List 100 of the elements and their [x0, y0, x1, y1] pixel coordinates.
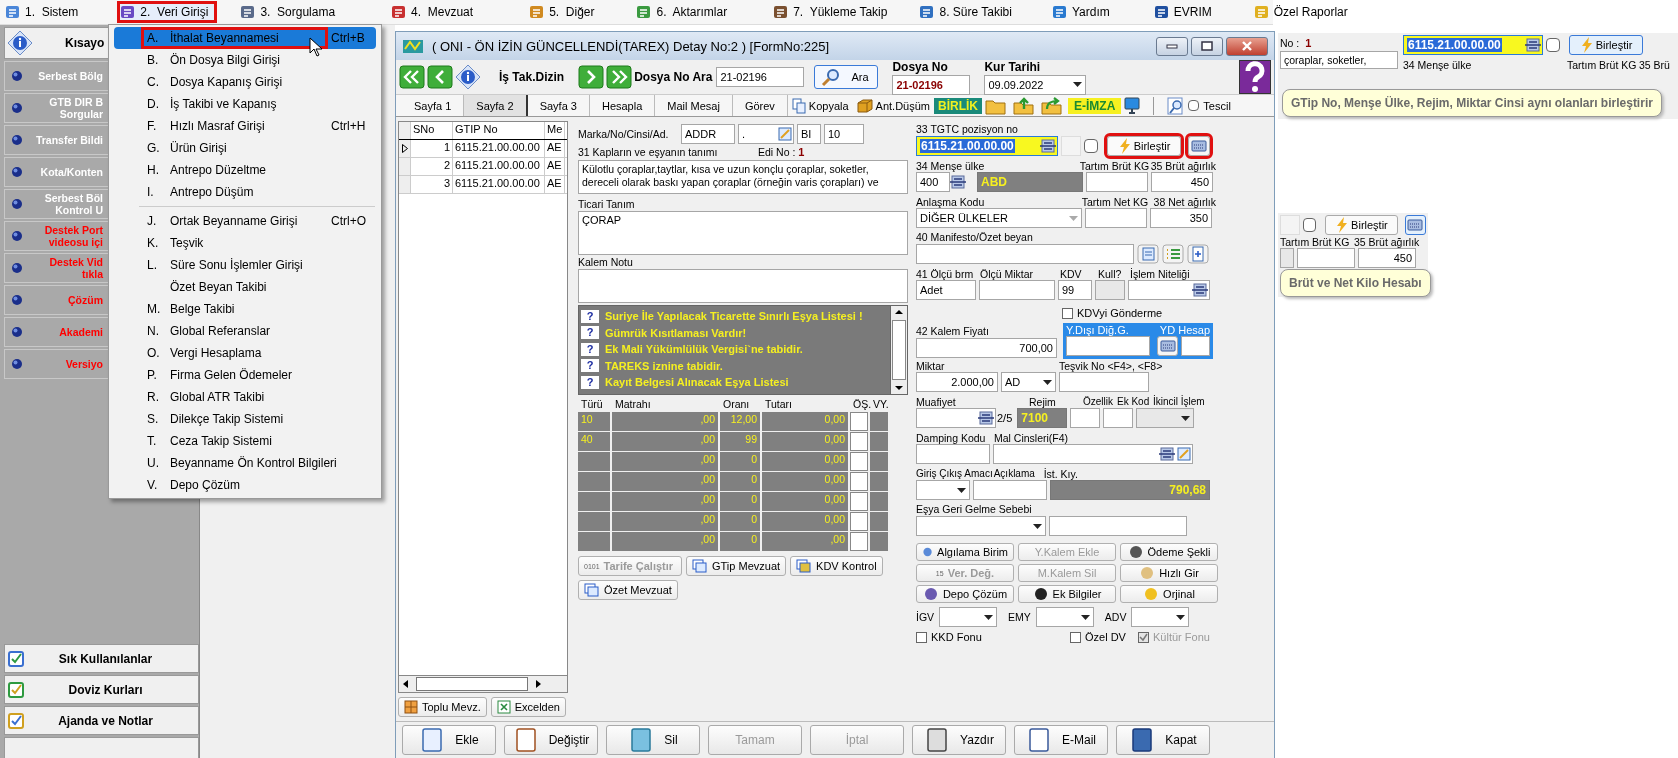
toolbar-button[interactable]: E-Mail: [1014, 725, 1108, 755]
help-button[interactable]: [1239, 60, 1271, 94]
action-button[interactable]: Ek Bilgiler: [1018, 585, 1116, 603]
info-icon[interactable]: [455, 64, 481, 90]
add-document-icon[interactable]: [1187, 244, 1209, 264]
sidebar-shortcut[interactable]: [4, 737, 199, 758]
file-number-field[interactable]: 21-02196: [892, 74, 971, 95]
toolbar-button[interactable]: Değiştir: [504, 725, 598, 755]
purpose-dropdown[interactable]: [916, 480, 970, 500]
minimize-button[interactable]: [1156, 36, 1188, 56]
operation-type-field[interactable]: [1128, 280, 1210, 300]
lookup-icon[interactable]: [1159, 447, 1175, 461]
scrollbar[interactable]: [890, 306, 907, 394]
table-cell[interactable]: [850, 532, 868, 551]
monitor-icon[interactable]: [1124, 96, 1141, 115]
origin-code-field[interactable]: 400: [916, 172, 950, 192]
menu-item[interactable]: S. Dilekçe Takip Sistemi: [114, 408, 376, 430]
calculator-button[interactable]: [1157, 336, 1179, 356]
action-button[interactable]: Ödeme Şekli: [1120, 543, 1218, 561]
column-header[interactable]: Me: [545, 122, 565, 139]
foreign-expense-field[interactable]: [1066, 336, 1151, 356]
menu-item[interactable]: EVRIM: [1151, 2, 1220, 22]
foreign-account-field[interactable]: [1181, 336, 1210, 356]
folder-upload-icon[interactable]: [1013, 96, 1036, 115]
menu-item[interactable]: 8. Süre Takibi: [917, 2, 1020, 22]
gross-weight-field[interactable]: 450: [1151, 172, 1213, 192]
bulk-legislation-button[interactable]: Toplu Mevz.: [398, 697, 487, 717]
action-button[interactable]: Hızlı Gir: [1120, 564, 1218, 582]
action-button[interactable]: KDV Kontrol: [790, 556, 883, 576]
file-number-search-field[interactable]: 21-02196: [716, 67, 805, 87]
unit-dropdown[interactable]: AD: [1001, 372, 1056, 392]
manifest-field[interactable]: [916, 244, 1134, 264]
vat-field[interactable]: 99: [1058, 280, 1092, 300]
tescil-checkbox[interactable]: Tescil: [1188, 99, 1231, 112]
checkbox[interactable]: [1084, 139, 1098, 153]
menu-item[interactable]: 5. Diğer: [527, 2, 603, 22]
trade-description-field[interactable]: ÇORAP: [578, 211, 908, 255]
agreement-dropdown[interactable]: DİĞER ÜLKELER: [916, 208, 1082, 228]
exchange-date-dropdown[interactable]: 09.09.2022: [984, 74, 1087, 95]
net-weight-field[interactable]: 350: [1150, 208, 1212, 228]
next-record-icon[interactable]: [578, 65, 605, 89]
vat-send-checkbox[interactable]: KDVyi Gönderme: [1062, 306, 1216, 320]
secondary-operation-dropdown[interactable]: [1136, 408, 1195, 428]
fund-checkbox[interactable]: KKD Fonu: [916, 631, 1070, 643]
menu-item[interactable]: 4. Mevzuat: [389, 2, 482, 22]
import-excel-button[interactable]: Excelden: [490, 697, 566, 717]
sidebar-shortcut[interactable]: Ajanda ve Notlar: [4, 706, 199, 735]
folder-arrow-icon[interactable]: [1041, 96, 1064, 115]
scale-gross-field[interactable]: [1086, 172, 1148, 192]
tab[interactable]: Hesapla: [589, 95, 656, 116]
quantity-field[interactable]: 2.000,00: [916, 372, 998, 392]
table-cell[interactable]: [850, 452, 868, 471]
menu-item[interactable]: Özel Raporlar: [1251, 2, 1356, 22]
lookup-icon[interactable]: [950, 175, 966, 189]
maximize-button[interactable]: [1191, 36, 1223, 56]
table-cell[interactable]: [850, 492, 868, 511]
sidebar-shortcut[interactable]: Doviz Kurları: [4, 675, 199, 704]
menu-item[interactable]: 7. Yükleme Takip: [771, 2, 896, 22]
sidebar-shortcut[interactable]: Sık Kullanılanlar: [4, 644, 199, 673]
return-reason-dropdown[interactable]: [916, 516, 1046, 536]
brand-field[interactable]: ADDR: [681, 124, 735, 144]
row-indicator[interactable]: [399, 140, 411, 157]
lookup-icon[interactable]: [1040, 139, 1056, 153]
toolbar-button[interactable]: Kapat: [1116, 725, 1210, 755]
return-reason-field[interactable]: [1049, 516, 1187, 536]
menu-item[interactable]: U. Beyanname Ön Kontrol Bilgileri: [114, 452, 376, 474]
unit-quantity-field[interactable]: [979, 280, 1055, 300]
checkbox[interactable]: [1546, 38, 1560, 52]
action-button[interactable]: Özet Mevzuat: [578, 580, 678, 600]
document-list-icon[interactable]: [1137, 244, 1159, 264]
unit-field[interactable]: Adet: [916, 280, 976, 300]
scrollbar[interactable]: [398, 676, 568, 693]
tariff-position-field[interactable]: 6115.21.00.00.00: [916, 136, 1058, 156]
merge-button[interactable]: Birleştir: [1569, 35, 1643, 55]
menu-item[interactable]: A. İthalat Beyannamesi Ctrl+B: [114, 27, 376, 49]
extra-code-field[interactable]: [1103, 408, 1134, 428]
type-field[interactable]: BI: [797, 124, 821, 144]
table-cell[interactable]: [850, 432, 868, 451]
duty-dropdown[interactable]: [1131, 607, 1190, 627]
feature-field[interactable]: [1070, 408, 1101, 428]
number-field[interactable]: .: [738, 124, 794, 144]
incentive-field[interactable]: [1059, 372, 1149, 392]
info-button[interactable]: ?: [581, 326, 599, 340]
action-button[interactable]: Algılama Birim: [916, 543, 1014, 561]
menu-item[interactable]: R. Global ATR Takibi: [114, 386, 376, 408]
unit-price-field[interactable]: 700,00: [916, 337, 1057, 358]
goods-type-field[interactable]: [993, 444, 1193, 464]
action-button[interactable]: GTip Mevzuat: [686, 556, 787, 576]
edit-icon[interactable]: [778, 127, 792, 141]
action-button[interactable]: Orjinal: [1120, 585, 1218, 603]
explanation-field[interactable]: [973, 480, 1047, 500]
scale-net-field[interactable]: [1085, 208, 1147, 228]
dumping-code-field[interactable]: [916, 444, 990, 464]
info-button[interactable]: ?: [581, 342, 599, 356]
previous-record-icon[interactable]: [427, 65, 453, 89]
tab[interactable]: Görev: [732, 95, 788, 116]
tab[interactable]: Sayfa 2: [464, 95, 528, 116]
quantity-field[interactable]: 10: [824, 124, 864, 144]
first-record-icon[interactable]: [399, 65, 425, 89]
close-button[interactable]: [1226, 36, 1268, 56]
